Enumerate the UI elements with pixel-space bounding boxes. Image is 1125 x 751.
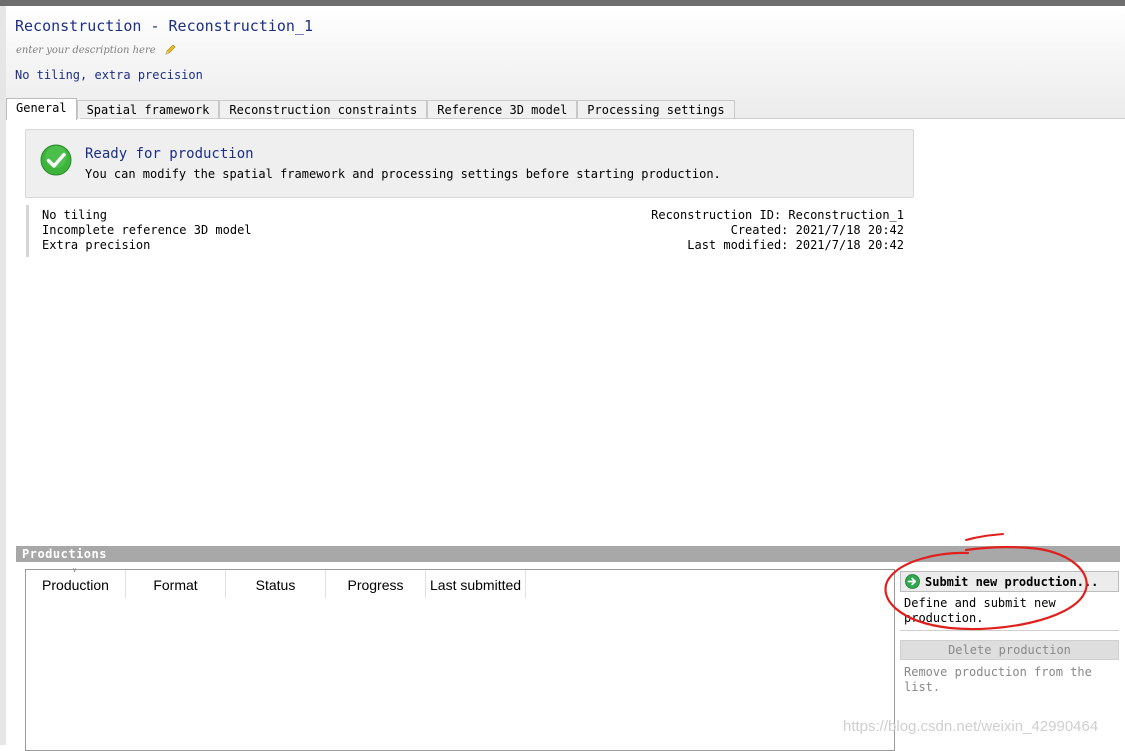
info-last-modified: Last modified: 2021/7/18 20:42 — [687, 238, 904, 252]
tab-spatial-framework[interactable]: Spatial framework — [76, 100, 220, 119]
sort-indicator-icon: ∨ — [72, 567, 78, 574]
watermark-text: https://blog.csdn.net/weixin_42990464 — [843, 718, 1099, 735]
info-reference-model: Incomplete reference 3D model — [42, 223, 252, 237]
productions-table[interactable]: ∨ Production Format Status Progress Last… — [25, 567, 895, 751]
pencil-icon[interactable] — [164, 44, 176, 56]
delete-production-button[interactable]: Delete production — [900, 640, 1119, 660]
description-placeholder[interactable]: enter your description here — [16, 45, 156, 56]
column-production[interactable]: ∨ Production — [26, 567, 126, 598]
productions-section-header: Productions — [16, 546, 1120, 562]
column-progress[interactable]: Progress — [326, 570, 426, 598]
tab-bar: General Spatial framework Reconstruction… — [6, 98, 735, 120]
arrow-right-circle-icon — [905, 574, 920, 589]
delete-help-text: Remove production from the list. — [904, 665, 1092, 694]
reconstruction-info: No tiling Incomplete reference 3D model … — [26, 205, 904, 257]
info-properties: No tiling Incomplete reference 3D model … — [42, 208, 252, 253]
info-created: Created: 2021/7/18 20:42 — [730, 223, 904, 237]
submit-help-text: Define and submit new production. — [904, 596, 1056, 625]
info-metadata: Reconstruction ID: Reconstruction_1 Crea… — [651, 208, 904, 253]
submit-button-label: Submit new production... — [925, 574, 1099, 589]
description-row[interactable]: enter your description here — [16, 44, 176, 56]
tab-divider — [80, 118, 1125, 119]
info-precision: Extra precision — [42, 238, 151, 252]
page-title: Reconstruction - Reconstruction_1 — [15, 17, 314, 35]
reconstruction-summary: No tiling, extra precision — [15, 68, 203, 82]
info-tiling: No tiling — [42, 208, 108, 222]
info-reconstruction-id: Reconstruction ID: Reconstruction_1 — [651, 208, 904, 222]
actions-divider — [900, 630, 1119, 631]
tab-general[interactable]: General — [6, 98, 77, 120]
status-description: You can modify the spatial framework and… — [85, 167, 721, 181]
check-circle-icon — [40, 144, 72, 176]
tab-processing-settings[interactable]: Processing settings — [577, 100, 735, 119]
column-status[interactable]: Status — [226, 570, 326, 598]
column-format[interactable]: Format — [126, 570, 226, 598]
tab-reconstruction-constraints[interactable]: Reconstruction constraints — [219, 100, 428, 119]
table-header: ∨ Production Format Status Progress Last… — [26, 567, 526, 598]
status-title: Ready for production — [85, 146, 254, 162]
status-panel: Ready for production You can modify the … — [25, 129, 914, 198]
column-last-submitted[interactable]: Last submitted — [426, 570, 526, 598]
tab-reference-3d-model[interactable]: Reference 3D model — [427, 100, 578, 119]
submit-new-production-button[interactable]: Submit new production... — [900, 571, 1119, 592]
